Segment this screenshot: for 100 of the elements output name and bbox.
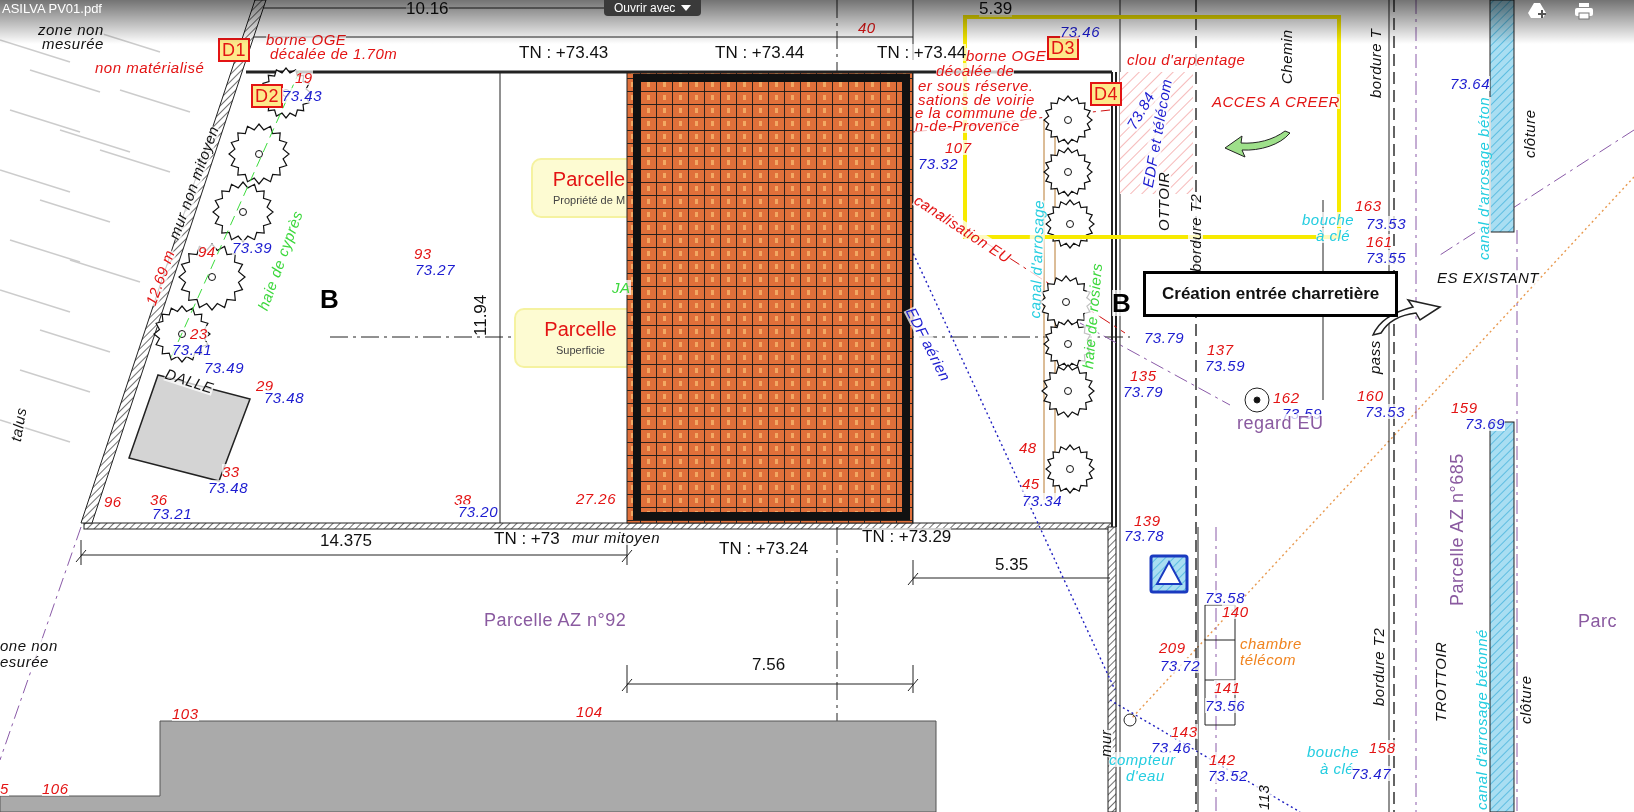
altitude-label: 73.79	[1123, 384, 1164, 399]
altitude-label: 73.32	[918, 156, 959, 171]
altitude-label: 73.53	[1365, 404, 1406, 419]
parcel-label: Parc	[1578, 612, 1617, 630]
altitude-label: 73.34	[1022, 493, 1063, 508]
parcel-title: Parcelle	[552, 168, 626, 191]
section-mark: B	[1112, 290, 1132, 316]
point-number: 96	[104, 494, 122, 509]
annotation-label: bordure T	[1368, 28, 1383, 98]
point-number: 104	[576, 704, 603, 719]
altitude-label: 73.21	[152, 506, 193, 521]
point-number: 160	[1357, 388, 1384, 403]
annotation-label: TROTTOIR	[1433, 641, 1448, 722]
curved-arrow-icon	[1224, 130, 1291, 158]
altitude-label: 73.78	[1124, 528, 1165, 543]
callout-label: Création entrée charretière	[1143, 271, 1399, 317]
dimension-label: 14.375	[320, 532, 372, 549]
point-number: 45	[1022, 476, 1040, 491]
altitude-label: 73.58	[1205, 590, 1246, 605]
level-label: TN : +73.24	[719, 540, 809, 557]
level-label: TN : +73.44	[715, 44, 805, 61]
annotation-label: clôture	[1522, 109, 1537, 158]
remark-label: décalée de 1.70m	[270, 46, 398, 61]
network-label: à clé	[1316, 228, 1351, 243]
network-label: chambre	[1240, 636, 1302, 651]
point-number: 33	[222, 464, 240, 479]
point-number: 163	[1355, 198, 1382, 213]
altitude-label: 73.64	[1450, 76, 1491, 91]
altitude-label: 73.46	[1060, 24, 1101, 39]
annotation-label: esurée	[0, 654, 49, 669]
remark-label: ACCES A CREER	[1212, 94, 1340, 109]
point-number: 161	[1366, 234, 1393, 249]
network-label: d'eau	[1126, 768, 1165, 783]
remark-label: clou d'arpentage	[1127, 52, 1246, 67]
altitude-label: 73.41	[172, 342, 213, 357]
point-number: 94	[198, 244, 216, 259]
annotation-label: clôture	[1518, 675, 1533, 724]
point-number: 135	[1130, 368, 1157, 383]
altitude-label: 73.48	[208, 480, 249, 495]
annotation-label: 113	[1256, 784, 1271, 810]
network-label: bouche	[1302, 212, 1355, 227]
level-label: TN : +73.29	[862, 528, 952, 545]
annotation-label: one non	[0, 638, 58, 653]
dimension-label: 11.94	[472, 294, 489, 336]
hedge-label: JA	[612, 280, 631, 295]
marker-tag: D4	[1090, 82, 1122, 106]
add-to-drive-icon[interactable]	[1528, 2, 1548, 20]
point-number: 159	[1451, 400, 1478, 415]
altitude-label: 73.56	[1205, 698, 1246, 713]
print-icon[interactable]	[1574, 2, 1594, 20]
traffic-sign-icon	[1149, 554, 1189, 594]
network-label: canal d'arrosage bétonné	[1474, 629, 1489, 810]
level-label: TN : +73	[494, 530, 560, 547]
parcel-label: Parcelle AZ n°92	[484, 611, 627, 629]
remark-label: n-de-Provence	[915, 118, 1020, 133]
point-number: 23	[190, 326, 208, 341]
altitude-label: 73.43	[282, 88, 323, 103]
parcel-subtitle: Superficie	[556, 344, 605, 356]
annotation-label: bordure T2	[1371, 627, 1386, 706]
remark-label: borne OGE	[966, 48, 1047, 63]
network-label: canal d'arrosage	[1027, 199, 1047, 319]
altitude-label: 73.20	[458, 504, 499, 519]
marker-tag: D2	[251, 84, 283, 108]
point-number: 209	[1159, 640, 1186, 655]
point-number: 93	[414, 246, 432, 261]
point-number: 139	[1134, 513, 1161, 528]
network-label: canal d'arrosage béton	[1476, 96, 1491, 260]
point-number: 48	[1019, 440, 1037, 455]
point-number: 137	[1207, 342, 1234, 357]
remark-label: décalée de	[936, 63, 1015, 78]
caret-icon	[681, 5, 692, 11]
annotation-label: Chemin	[1279, 29, 1294, 84]
point-number: 162	[1273, 390, 1300, 405]
altitude-label: 73.53	[1366, 216, 1407, 231]
altitude-label: 73.52	[1208, 768, 1249, 783]
annotation-label: mur mitoyen	[572, 530, 661, 545]
dimension-label: 5.35	[995, 556, 1029, 573]
altitude-label: 73.39	[232, 240, 273, 255]
altitude-label: 73.59	[1205, 358, 1246, 373]
point-number: 107	[945, 140, 972, 155]
marker-tag: D3	[1047, 36, 1079, 60]
point-number: 140	[1222, 604, 1249, 619]
altitude-label: 73.79	[1144, 330, 1185, 345]
point-number: 141	[1214, 680, 1241, 695]
point-number: 19	[295, 70, 313, 85]
annotation-label: ES EXISTANT	[1437, 270, 1539, 285]
open-with-button[interactable]: Ouvrir avec	[604, 0, 702, 16]
annotation-label: talus	[8, 406, 29, 443]
altitude-label: 73.55	[1366, 250, 1407, 265]
annotation-label: mesurée	[42, 36, 104, 51]
annotation-label: bordure T2	[1188, 193, 1203, 272]
altitude-label: 73.48	[264, 390, 305, 405]
point-number: 40	[858, 20, 876, 35]
level-label: TN : +73.44	[877, 44, 967, 61]
network-label: compteur	[1109, 752, 1176, 767]
point-number: 106	[42, 781, 69, 796]
level-label: TN : +73.43	[519, 44, 609, 61]
point-number: 158	[1369, 740, 1396, 755]
parcel-title: Parcelle	[544, 318, 617, 341]
point-number: 5	[0, 781, 9, 796]
